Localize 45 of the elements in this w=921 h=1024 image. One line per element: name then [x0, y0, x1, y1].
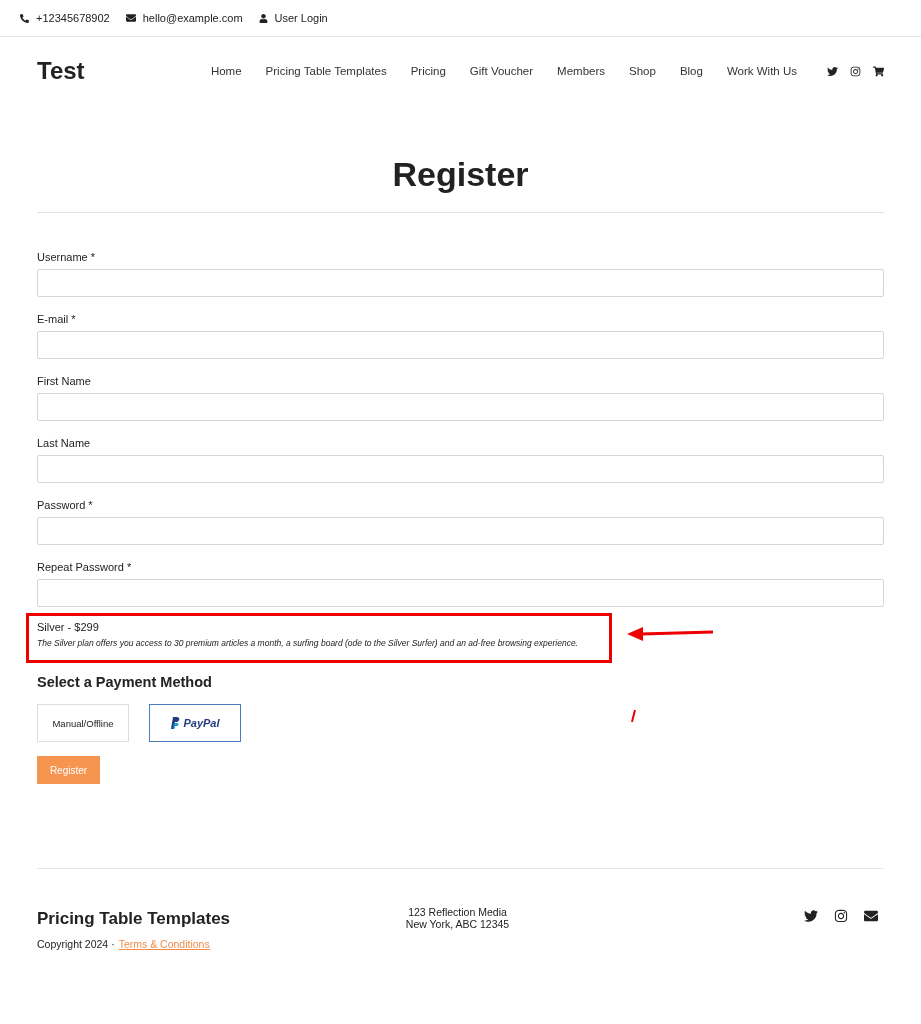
- nav-link[interactable]: Home: [210, 65, 242, 77]
- nav-link[interactable]: Members: [557, 65, 606, 77]
- envelope-icon: [125, 13, 136, 23]
- input-field[interactable]: [37, 579, 884, 607]
- section-heading: Select a Payment Method: [37, 674, 213, 690]
- nav-link[interactable]: Gift Voucher: [469, 65, 534, 77]
- field-label: Repeat Password *: [37, 561, 133, 575]
- paypal-option[interactable]: PayPal: [149, 704, 241, 742]
- field-label: E-mail *: [37, 313, 77, 327]
- nav-link[interactable]: Pricing Table Templates: [265, 65, 387, 77]
- address-line: New York, ABC 12345: [404, 917, 511, 932]
- input-field[interactable]: [37, 269, 884, 297]
- page-title: Register: [37, 155, 884, 213]
- nav-link[interactable]: Pricing: [410, 65, 446, 77]
- plan-description: The Silver plan offers you access to 30 premium articles a month, a surfing board (ode to the Silver Surfer) and an ad-free browsing experience.: [37, 638, 579, 648]
- user-icon: [258, 13, 268, 23]
- nav-link[interactable]: Work With Us: [726, 65, 797, 77]
- instagram-icon[interactable]: [834, 909, 848, 923]
- instagram-icon[interactable]: [850, 65, 861, 77]
- field-label: Username *: [37, 251, 97, 265]
- phone-icon: [20, 13, 29, 23]
- paypal-icon: [170, 717, 181, 729]
- copyright-text: Copyright 2024 ·: [37, 938, 115, 950]
- address-line: 123 Reflection Media: [407, 905, 508, 920]
- input-field[interactable]: [37, 331, 884, 359]
- site-logo[interactable]: Test: [37, 57, 187, 85]
- nav-link[interactable]: Shop: [629, 65, 656, 77]
- nav-link[interactable]: Blog: [679, 65, 703, 77]
- field-label: First Name: [37, 375, 92, 389]
- field-label: Last Name: [37, 437, 92, 451]
- phone-number: +12345678902: [36, 12, 110, 24]
- input-field[interactable]: [37, 517, 884, 545]
- input-field[interactable]: [37, 455, 884, 483]
- footer-title: Pricing Table Templates: [37, 909, 232, 929]
- user-login-link[interactable]: User Login: [274, 12, 328, 24]
- field-label: Password *: [37, 499, 94, 513]
- envelope-icon[interactable]: [864, 909, 878, 923]
- twitter-icon[interactable]: [827, 65, 838, 77]
- pen-mark: [631, 710, 636, 722]
- cart-icon[interactable]: [873, 65, 884, 77]
- input-field[interactable]: [37, 393, 884, 421]
- twitter-icon[interactable]: [804, 909, 818, 923]
- plan-name: Silver - $299: [37, 621, 100, 633]
- payment-option[interactable]: Manual/Offline: [37, 704, 129, 742]
- email-address: hello@example.com: [142, 12, 243, 24]
